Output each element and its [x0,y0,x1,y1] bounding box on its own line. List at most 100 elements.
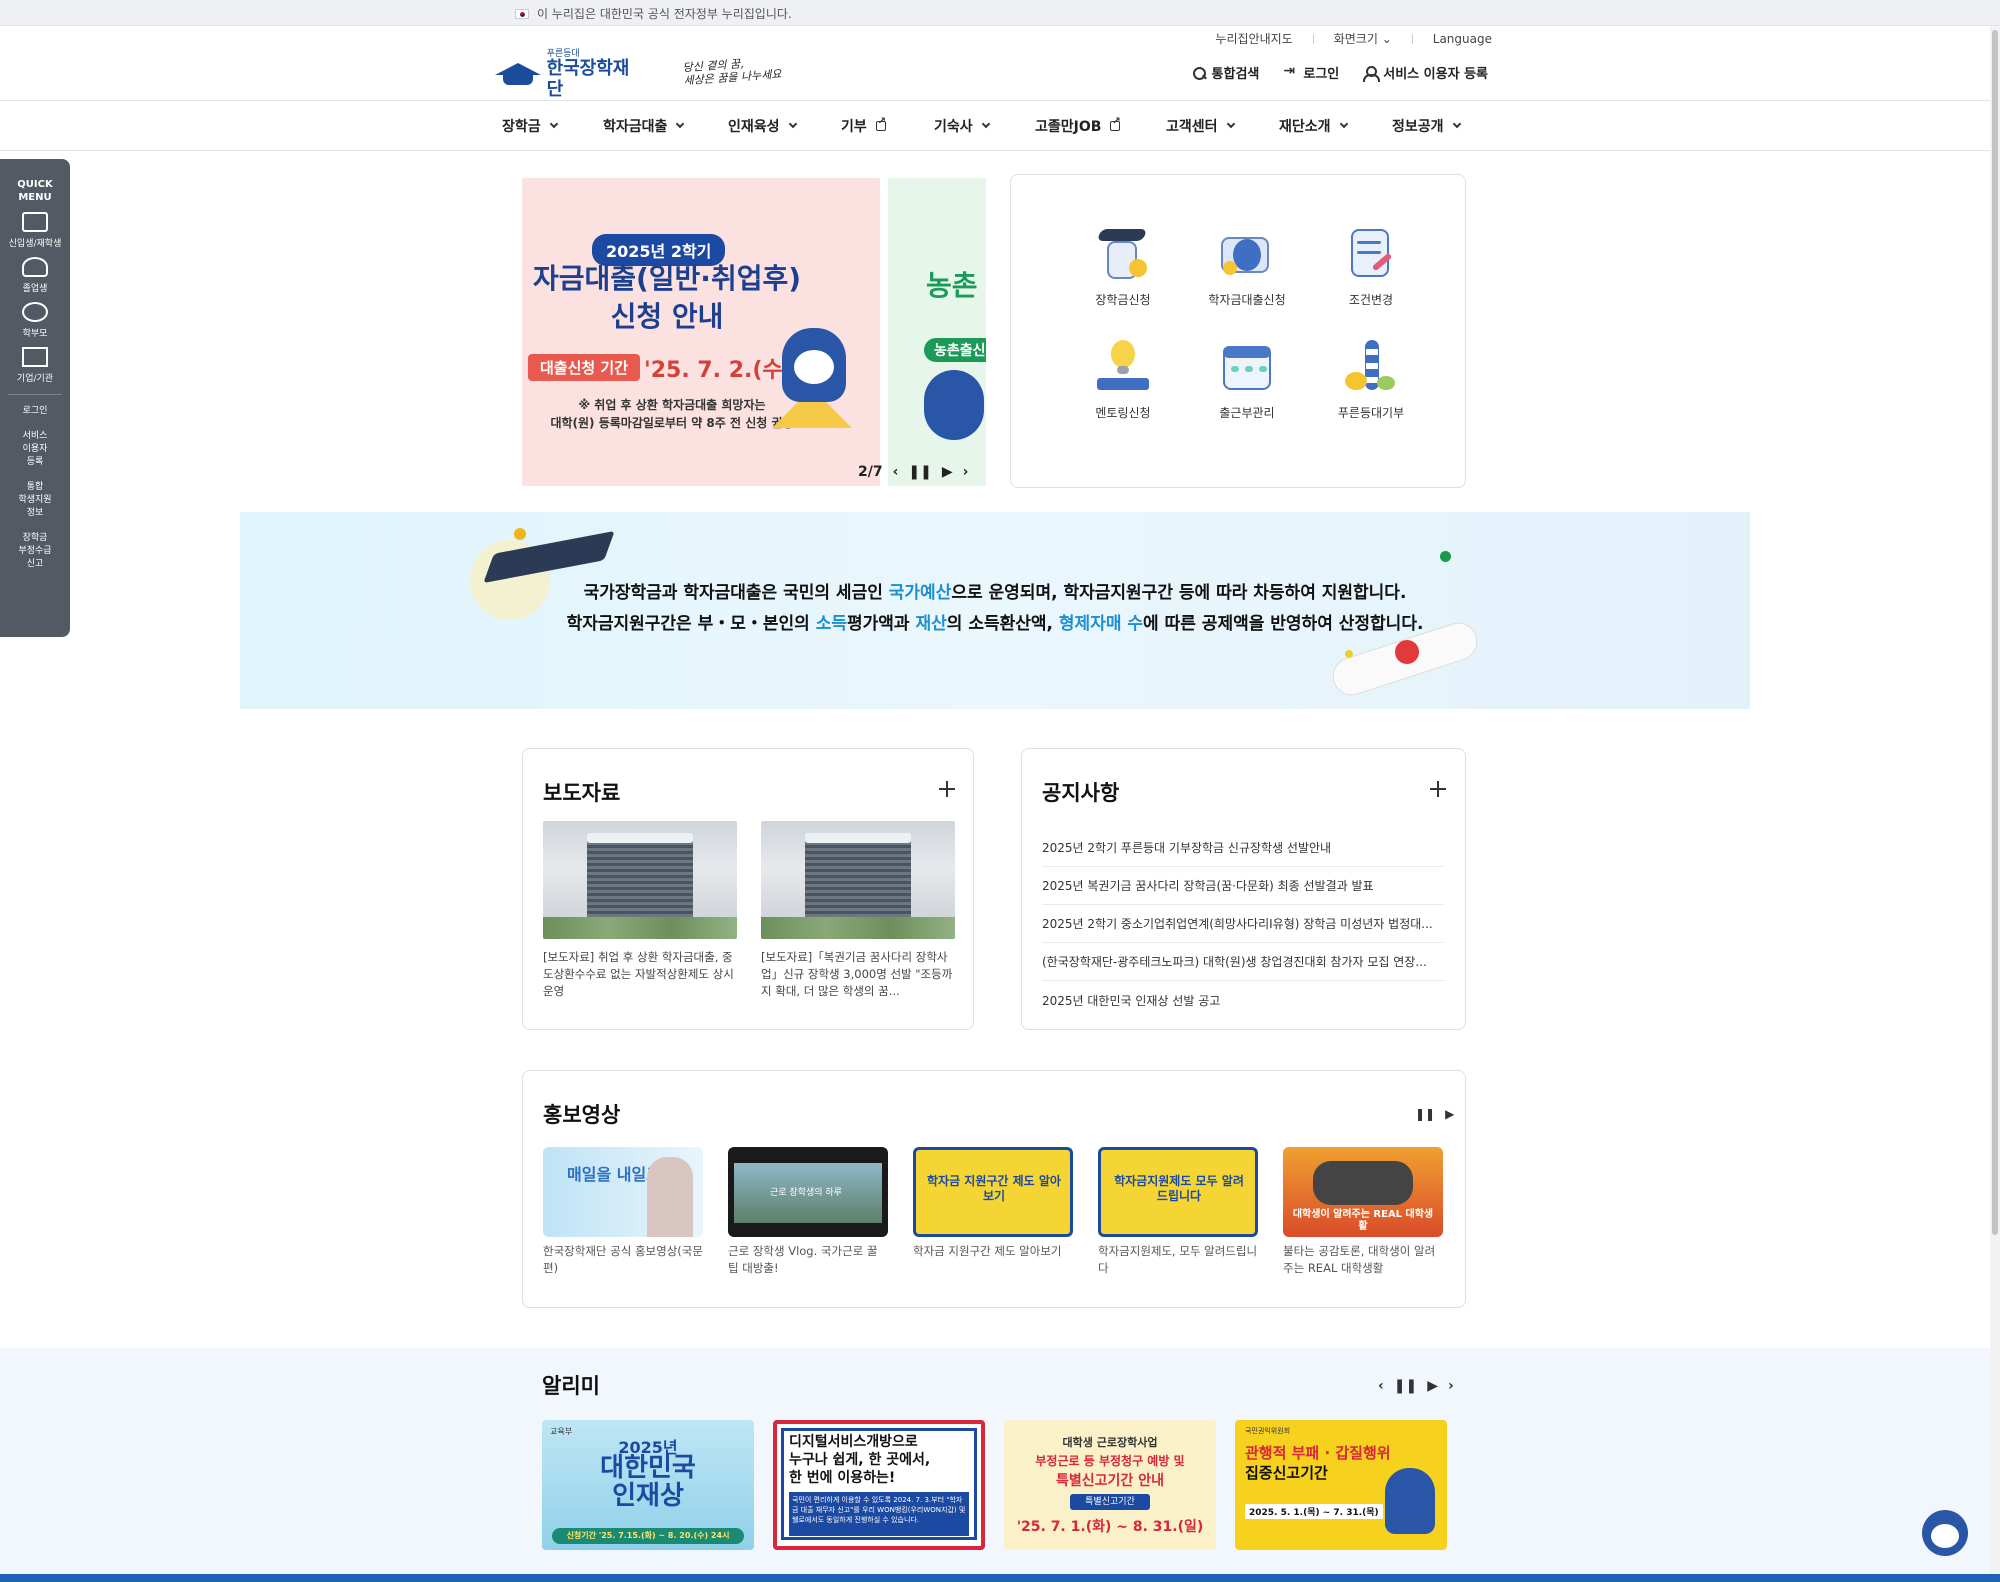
press-image[interactable] [761,821,955,939]
press-item-text[interactable]: [보도자료] 취업 후 상환 학자금대출, 중도상환수수료 없는 자발적상환제도… [543,949,739,1000]
mascot-illustration [782,328,846,402]
hero-slide-next[interactable]: 농촌 농촌출신 [888,178,986,486]
pause-icon[interactable]: ❚❚ [1415,1107,1435,1121]
list-item[interactable]: 2025년 대한민국 인재상 선발 공고 [1042,981,1444,1019]
banner-top: 대학생 근로장학사업 [1062,1436,1158,1449]
hero-title-2: 신청 안내 [610,300,724,333]
alimi-banner[interactable]: 국민권익위원회 관행적 부패 · 갑질행위 집중신고기간 2025. 5. 1.… [1235,1420,1447,1550]
press-image[interactable] [543,821,737,939]
nav-item-talent[interactable]: 인재육성 [728,112,841,140]
external-link-icon [875,116,886,131]
scrollbar-thumb[interactable] [1992,30,1998,1235]
alimi-banner[interactable]: 대학생 근로장학사업 부정근로 등 부정청구 예방 및 특별신고기간 안내 특별… [1004,1420,1216,1550]
divider [8,394,62,395]
service-donation[interactable]: 푸른등대기부 [1309,336,1433,421]
nav-item-scholarship[interactable]: 장학금 [502,112,603,140]
play-icon[interactable]: ▶ [1445,1107,1454,1121]
info-highlight: 소득 [815,614,848,634]
search-button[interactable]: 통합검색 [1192,63,1259,82]
language-link[interactable]: Language [1433,32,1492,46]
prev-icon[interactable]: ‹ [1378,1378,1384,1394]
video-caption[interactable]: 근로 장학생 Vlog. 국가근로 꿀팁 대방출! [728,1243,888,1277]
video-caption[interactable]: 학자금지원제도, 모두 알려드립니다 [1098,1243,1258,1277]
nav-item-support[interactable]: 고객센터 [1166,112,1279,140]
nav-item-about[interactable]: 재단소개 [1279,112,1392,140]
quick-link-login[interactable]: 로그인 [0,405,70,418]
video-caption[interactable]: 한국장학재단 공식 홍보영상(국문편) [543,1243,703,1277]
video-caption[interactable]: 학자금 지원구간 제도 알아보기 [913,1243,1073,1260]
lightbulb-book-icon [1093,336,1153,396]
video-thumbnail[interactable]: 매일을 내일로 [543,1147,703,1237]
quick-item-company[interactable]: 기업/기관 [0,347,70,384]
mascot-illustration [924,370,984,440]
press-item-text[interactable]: [보도자료]「복권기금 꿈사다리 장학사업」신규 장학생 3,000명 선발 "… [761,949,957,1000]
family-icon [22,302,48,322]
alimi-banner[interactable]: 디지털서비스개방으로 누구나 쉽게, 한 곳에서, 한 번에 이용하는! 국민이… [773,1420,985,1550]
next-icon[interactable]: › [963,464,969,480]
list-item[interactable]: (한국장학재단-광주테크노파크) 대학(원)생 창업경진대회 참가자 모집 연장… [1042,943,1444,981]
video-thumbnail[interactable]: 근로 장학생의 하루 [728,1147,888,1237]
quick-link-register[interactable]: 서비스 이용자 등록 [0,430,70,469]
banner-title-3: 한 번에 이용하는! [789,1470,896,1486]
alimi-banner[interactable]: 교육부 2025년 대한민국 인재상 신청기간 '25. 7.15.(화) ~ … [542,1420,754,1550]
nav-item-disclosure[interactable]: 정보공개 [1392,112,1482,140]
site-logo[interactable]: 푸른등대 한국장학재단 [495,48,645,99]
logo-cap-icon [495,59,541,89]
hero-slide[interactable]: 2025년 2학기 자금대출(일반·취업후) 신청 안내 대출신청 기간 '25.… [522,178,880,486]
press-title: 보도자료 [543,781,621,805]
banner-title-3: 인재상 [612,1481,684,1511]
service-mentoring-apply[interactable]: 멘토링신청 [1061,336,1185,421]
nav-item-donation[interactable]: 기부 [841,112,934,140]
play-icon[interactable]: ▶ [942,464,953,480]
quick-link-fraud-report[interactable]: 장학금 부정수급 신고 [0,532,70,571]
decor-dot [1345,650,1353,658]
sitemap-link[interactable]: 누리집안내지도 [1215,30,1292,47]
service-condition-change[interactable]: 조건변경 [1309,223,1433,308]
slide-counter: 2/7 [858,464,883,480]
chatbot-mascot-button[interactable] [1922,1510,1968,1556]
video-thumbnail[interactable]: 학자금지원제도 모두 알려드립니다 [1098,1147,1258,1237]
quick-item-parent[interactable]: 학부모 [0,302,70,339]
video-thumbnail[interactable]: 대학생이 알려주는 REAL 대학생활 [1283,1147,1443,1237]
register-button[interactable]: 서비스 이용자 등록 [1363,63,1488,82]
plus-icon[interactable] [939,781,955,797]
quick-menu: QUICK MENU 신입생/재학생 졸업생 학부모 기업/기관 로그인 서비스 … [0,159,70,637]
nav-label: 기숙사 [934,119,973,135]
nav-label: 장학금 [502,119,541,135]
info-banner: 국가장학금과 학자금대출은 국민의 세금인 국가예산으로 운영되며, 학자금지원… [240,512,1750,709]
video-thumbnail[interactable]: 학자금 지원구간 제도 알아보기 [913,1147,1073,1237]
prev-icon[interactable]: ‹ [893,464,899,480]
play-icon[interactable]: ▶ [1427,1378,1438,1394]
quick-link-student-info[interactable]: 통합 학생지원 정보 [0,481,70,520]
service-attendance[interactable]: 출근부관리 [1185,336,1309,421]
alimi-section [0,1348,2000,1582]
hero-title-1: 자금대출(일반·취업후) [532,262,802,295]
nav-item-dormitory[interactable]: 기숙사 [934,112,1035,140]
font-size-dropdown[interactable]: 화면크기 ⌄ [1334,30,1392,47]
pause-icon[interactable]: ❚❚ [908,464,931,480]
page-scrollbar[interactable] [1990,26,2000,1574]
external-link-icon [1110,116,1121,131]
video-title: 홍보영상 [543,1103,621,1127]
list-item[interactable]: 2025년 2학기 푸른등대 기부장학금 신규장학생 선발안내 [1042,829,1444,867]
utility-nav: 누리집안내지도 화면크기 ⌄ Language [1215,30,1492,47]
info-line-1: 국가장학금과 학자금대출은 국민의 세금인 국가예산으로 운영되며, 학자금지원… [240,578,1750,603]
chevron-down-icon [1339,119,1348,129]
list-item[interactable]: 2025년 복권기금 꿈사다리 장학금(꿈·다문화) 최종 선발결과 발표 [1042,867,1444,905]
video-caption[interactable]: 불타는 공감토론, 대학생이 알려주는 REAL 대학생활 [1283,1243,1443,1277]
quick-item-label: 학부모 [22,329,48,339]
service-loan-apply[interactable]: 학자금대출신청 [1185,223,1309,308]
plus-icon[interactable] [1430,781,1446,797]
next-icon[interactable]: › [1448,1378,1454,1394]
service-scholarship-apply[interactable]: 장학금신청 [1061,223,1185,308]
service-label: 푸른등대기부 [1337,406,1405,420]
login-button[interactable]: 로그인 [1283,63,1339,83]
list-item[interactable]: 2025년 2학기 중소기업취업연계(희망사다리Ⅰ유형) 장학금 미성년자 법정… [1042,905,1444,943]
quick-item-student[interactable]: 신입생/재학생 [0,212,70,249]
nav-item-loan[interactable]: 학자금대출 [603,112,728,140]
quick-item-graduate[interactable]: 졸업생 [0,257,70,294]
people-illustration [1313,1161,1413,1205]
pause-icon[interactable]: ❚❚ [1394,1378,1417,1394]
nav-label: 고객센터 [1166,119,1218,135]
nav-item-job[interactable]: 고졸만JOB [1035,112,1166,140]
